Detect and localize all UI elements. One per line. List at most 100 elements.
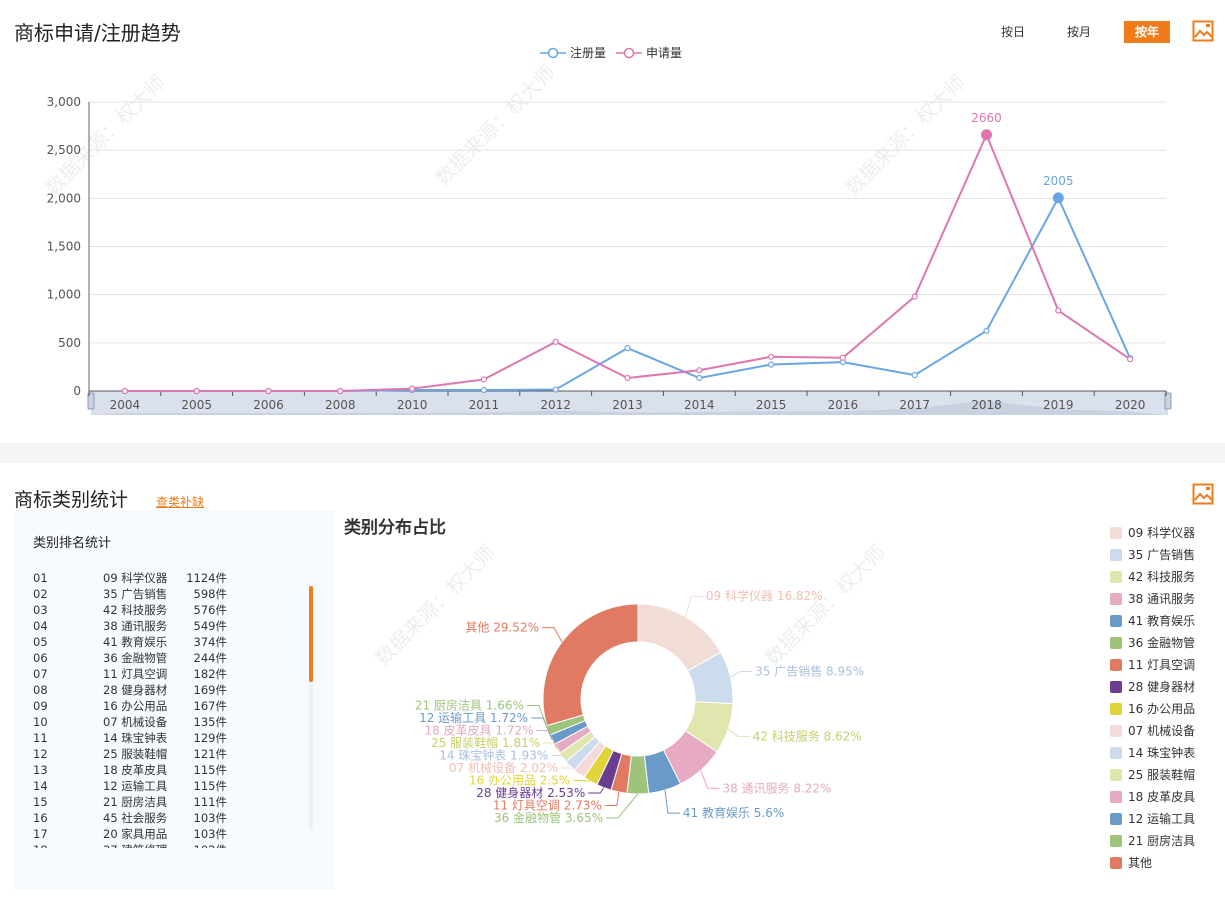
pie-legend-item[interactable]: 36 金融物管	[1110, 635, 1195, 657]
series-point[interactable]	[552, 386, 559, 393]
series-point[interactable]	[1126, 356, 1134, 363]
category-count: 167件	[193, 699, 227, 713]
series-point[interactable]	[121, 387, 129, 395]
pie-legend-item[interactable]: 11 灯具空调	[1110, 657, 1195, 679]
series-point[interactable]	[1055, 307, 1062, 314]
series-point[interactable]	[767, 353, 775, 360]
legend-swatch-icon	[1110, 835, 1122, 847]
series-point[interactable]	[193, 387, 200, 395]
legend-swatch-icon	[1110, 769, 1122, 781]
save-image-icon[interactable]	[1192, 483, 1214, 505]
pie-legend-item[interactable]: 21 厨房洁具	[1110, 833, 1195, 855]
watermark-text: 数据来源：权大师	[40, 70, 170, 200]
pie-legend-label: 38 通讯服务	[1128, 592, 1196, 606]
pie-legend-item[interactable]: 28 健身器材	[1110, 679, 1195, 701]
pie-legend-item[interactable]: 35 广告销售	[1110, 547, 1195, 569]
rank-number: 05	[33, 635, 48, 649]
series-point[interactable]	[624, 374, 631, 382]
legend-swatch-icon	[1110, 857, 1122, 869]
category-count: 129件	[193, 731, 227, 745]
ranking-scrollbar-thumb[interactable]	[309, 586, 313, 682]
category-count: 374件	[193, 635, 227, 649]
ranking-row: 16 45 社会服务 103件	[33, 810, 313, 826]
series-point[interactable]	[409, 385, 416, 392]
category-count: 549件	[193, 619, 227, 633]
series-point[interactable]	[767, 361, 775, 368]
pie-legend-item[interactable]: 25 服装鞋帽	[1110, 767, 1195, 789]
pie-legend-item[interactable]: 42 科技服务	[1110, 569, 1195, 591]
x-tick-label: 2010	[397, 398, 428, 412]
x-tick-label: 2012	[540, 398, 571, 412]
x-tick-label: 2013	[612, 398, 643, 412]
pie-legend-item[interactable]: 07 机械设备	[1110, 723, 1195, 745]
pie-legend-item[interactable]: 38 通讯服务	[1110, 591, 1195, 613]
category-name: 41 教育娱乐	[103, 635, 168, 649]
series-point[interactable]	[480, 376, 487, 383]
series-point[interactable]	[911, 372, 918, 379]
category-count: 135件	[193, 715, 227, 729]
series-point[interactable]	[981, 129, 992, 141]
pie-legend-item[interactable]: 41 教育娱乐	[1110, 613, 1195, 635]
series-point[interactable]	[911, 293, 918, 300]
series-point[interactable]	[1052, 192, 1064, 204]
rank-number: 06	[33, 651, 48, 665]
y-tick-label: 2,500	[47, 143, 81, 157]
legend-swatch-icon	[1110, 549, 1122, 561]
x-tick-label: 2011	[469, 398, 500, 412]
ranking-row: 11 14 珠宝钟表 129件	[33, 730, 313, 746]
ranking-row: 01 09 科学仪器 1124件	[33, 570, 313, 586]
x-tick-label: 2015	[756, 398, 787, 412]
rank-number: 04	[33, 619, 48, 633]
section-gap	[0, 443, 1225, 463]
series-point[interactable]	[983, 327, 990, 334]
series-point[interactable]	[624, 345, 631, 352]
pie-legend-item[interactable]: 12 运输工具	[1110, 811, 1195, 833]
ranking-title: 类别排名统计	[33, 536, 112, 551]
series-point[interactable]	[480, 386, 487, 394]
category-name: 36 金融物管	[103, 651, 168, 665]
watermark-text: 数据来源：权大师	[840, 70, 970, 200]
pie-legend-item[interactable]: 09 科学仪器	[1110, 525, 1195, 547]
category-count: 103件	[193, 827, 227, 841]
category-name: 14 珠宝钟表	[103, 731, 168, 745]
rank-number: 07	[33, 667, 48, 681]
category-name: 21 厨房洁具	[103, 795, 168, 809]
pie-legend-item[interactable]: 14 珠宝钟表	[1110, 745, 1195, 767]
legend-swatch-icon	[1110, 571, 1122, 583]
legend-swatch-icon	[1110, 527, 1122, 539]
pie-legend-item[interactable]: 其他	[1110, 855, 1195, 877]
pie-legend-label: 21 厨房洁具	[1128, 834, 1196, 848]
ranking-list[interactable]: 01 09 科学仪器 1124件 02 35 广告销售 598件 03 42 科技服务 576件…	[33, 570, 313, 848]
pie-legend-label: 36 金融物管	[1128, 636, 1196, 650]
rank-number: 03	[33, 603, 48, 617]
series-point[interactable]	[696, 367, 703, 374]
x-tick-label: 2005	[181, 398, 212, 412]
ranking-row: 10 07 机械设备 135件	[33, 714, 313, 730]
ranking-panel: 类别排名统计 01 09 科学仪器 1124件 02 35 广告销售 598件 03 42 科…	[14, 510, 334, 890]
ranking-row: 04 38 通讯服务 549件	[33, 618, 313, 634]
check-category-link[interactable]: 查类补缺	[156, 493, 204, 510]
pie-legend-label: 09 科学仪器	[1128, 526, 1196, 540]
category-name: 45 社会服务	[103, 811, 168, 825]
rank-number: 09	[33, 699, 48, 713]
series-point[interactable]	[265, 387, 272, 395]
series-point[interactable]	[552, 338, 559, 345]
legend-swatch-icon	[1110, 637, 1122, 649]
category-count: 115件	[193, 763, 227, 777]
trend-line-chart: 数据来源：权大师 数据来源：权大师 数据来源：权大师 0 500 1,000 1,500 2…	[40, 60, 1172, 415]
ranking-row: 13 18 皮革皮具 115件	[33, 762, 313, 778]
pie-legend-item[interactable]: 16 办公用品	[1110, 701, 1195, 723]
series-point[interactable]	[839, 354, 847, 361]
series-point[interactable]	[696, 374, 703, 382]
ranking-row: 07 11 灯具空调 182件	[33, 666, 313, 682]
applied-series-line	[124, 132, 1131, 392]
rank-number: 14	[33, 779, 48, 793]
section-title: 商标类别统计	[14, 489, 129, 511]
series-point[interactable]	[337, 387, 344, 395]
pie-legend-label: 其他	[1128, 856, 1153, 870]
category-name: 28 健身器材	[103, 683, 168, 697]
legend-swatch-icon	[1110, 813, 1122, 825]
pie-legend-item[interactable]: 18 皮革皮具	[1110, 789, 1195, 811]
pie-legend-label: 28 健身器材	[1128, 680, 1196, 694]
pie-title: 类别分布占比	[344, 518, 446, 538]
